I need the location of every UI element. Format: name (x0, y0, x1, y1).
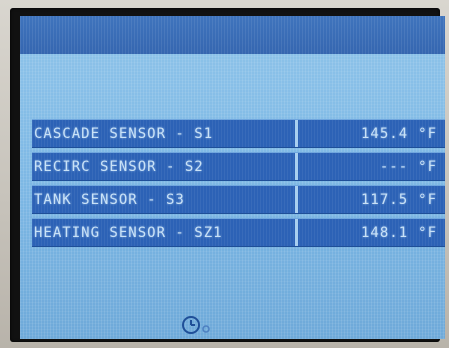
header-band (20, 16, 445, 54)
sensor-row-recirc[interactable]: RECIRC SENSOR - S2 --- °F (32, 152, 445, 181)
screen-frame: CASCADE SENSOR - S1 145.4 °F RECIRC SENS… (10, 8, 445, 342)
sensor-row-heating[interactable]: HEATING SENSOR - SZ1 148.1 °F (32, 218, 445, 247)
sensor-unit: °F (418, 158, 437, 175)
sensor-value: 145.4 (360, 125, 409, 142)
sensor-value-cell: 145.4 °F (298, 120, 445, 147)
sensor-name-cell: TANK SENSOR - S3 (32, 186, 298, 213)
sensor-row-cascade[interactable]: CASCADE SENSOR - S1 145.4 °F (32, 119, 445, 148)
sensor-value-cell: 148.1 °F (298, 219, 445, 246)
sensor-unit: °F (418, 191, 437, 208)
sensor-value: 148.1 (360, 224, 409, 241)
sensor-value: 117.5 (360, 191, 409, 208)
sensor-name: CASCADE SENSOR - S1 (34, 125, 214, 142)
sensor-unit: °F (418, 125, 437, 142)
sensor-table: CASCADE SENSOR - S1 145.4 °F RECIRC SENS… (32, 119, 445, 251)
sensor-value-cell: --- °F (298, 153, 445, 180)
sensor-name: TANK SENSOR - S3 (34, 191, 185, 208)
sensor-value-cell: 117.5 °F (298, 186, 445, 213)
lcd-screen: CASCADE SENSOR - S1 145.4 °F RECIRC SENS… (20, 16, 445, 339)
sensor-name-cell: HEATING SENSOR - SZ1 (32, 219, 298, 246)
sensor-name: RECIRC SENSOR - S2 (34, 158, 204, 175)
clock-icon (182, 316, 210, 334)
sensor-name: HEATING SENSOR - SZ1 (34, 224, 223, 241)
sensor-value: --- (379, 158, 409, 175)
sensor-name-cell: CASCADE SENSOR - S1 (32, 120, 298, 147)
sensor-name-cell: RECIRC SENSOR - S2 (32, 153, 298, 180)
sensor-row-tank[interactable]: TANK SENSOR - S3 117.5 °F (32, 185, 445, 214)
device-bezel: CASCADE SENSOR - S1 145.4 °F RECIRC SENS… (0, 0, 449, 348)
sensor-unit: °F (418, 224, 437, 241)
